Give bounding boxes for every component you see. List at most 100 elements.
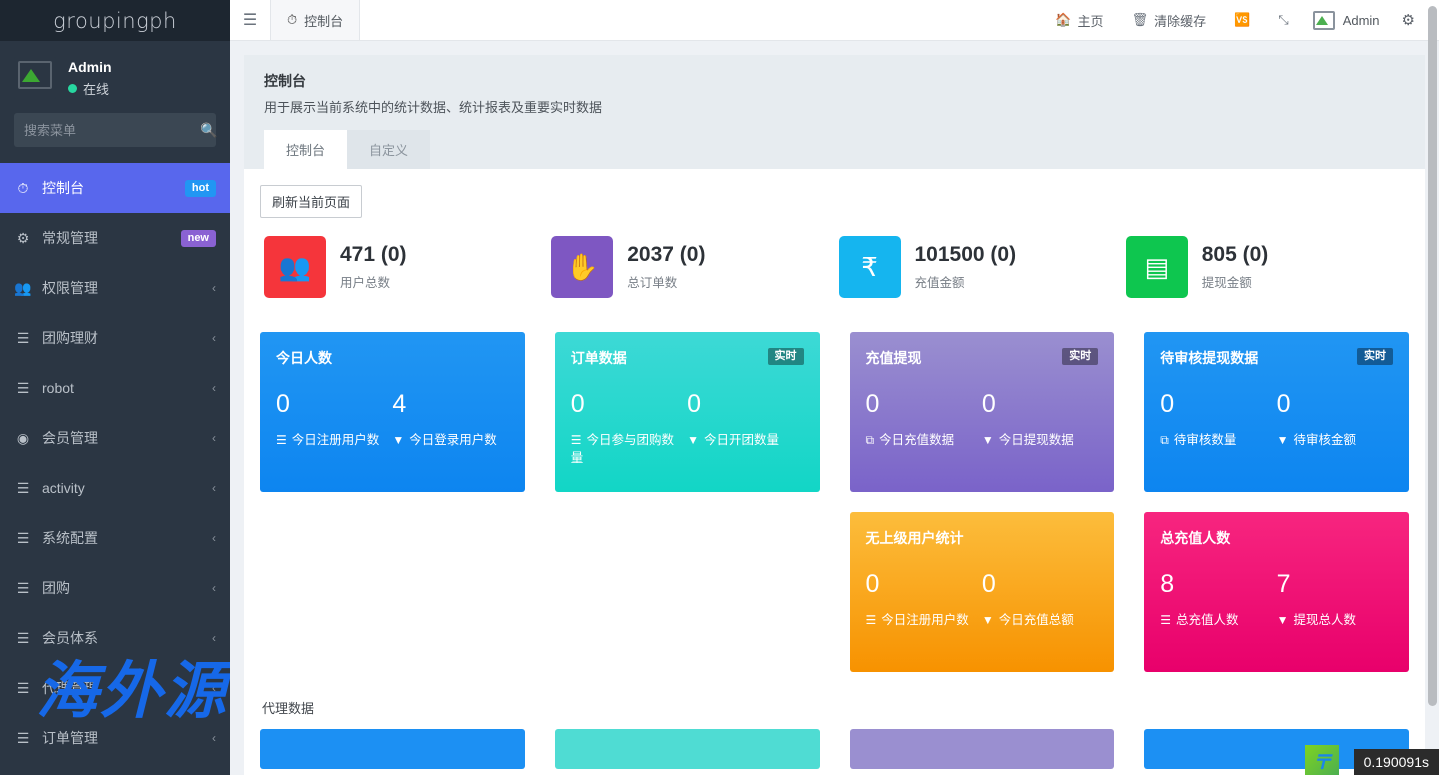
agent-section-label: 代理数据: [262, 698, 1409, 717]
sidebar-item-3[interactable]: ☰团购理财‹: [0, 313, 230, 363]
tile-column-3: 充值提现实时0⧉今日充值数据0▼今日提现数据无上级用户统计0☰今日注册用户数0▼…: [850, 332, 1115, 672]
sidebar-item-label: 权限管理: [42, 278, 202, 298]
brand-logo[interactable]: groupingph: [0, 0, 230, 41]
database-icon: ☰: [571, 433, 582, 447]
content-scroll-area: 控制台 用于展示当前系统中的统计数据、统计报表及重要实时数据 控制台自定义 刷新…: [230, 41, 1439, 775]
filter-icon: ▼: [1277, 433, 1289, 447]
stat-value: 805 (0): [1202, 243, 1269, 266]
stat-value: 2037 (0): [627, 243, 705, 266]
sidebar-item-1[interactable]: ⚙常规管理new: [0, 213, 230, 263]
copy-icon: ⧉: [866, 433, 875, 447]
page-tab-1[interactable]: 自定义: [347, 130, 430, 169]
user-name: Admin: [1343, 13, 1380, 28]
filter-icon: ▼: [1277, 613, 1289, 627]
sidebar-item-0[interactable]: ⏱控制台hot: [0, 163, 230, 213]
clear-cache-button[interactable]: 🗑 清除缓存: [1118, 0, 1221, 41]
refresh-page-button[interactable]: 刷新当前页面: [260, 185, 362, 218]
stat-card-3: ▤ 805 (0) 提现金额: [1122, 236, 1409, 298]
user-profile[interactable]: Admin 在线: [0, 41, 230, 113]
hamburger-icon[interactable]: ☰: [230, 0, 270, 40]
home-label: 主页: [1078, 11, 1104, 30]
search-input[interactable]: [24, 123, 200, 138]
stat-label: 用户总数: [340, 272, 407, 291]
tile-realtime-badge: 实时: [768, 348, 804, 365]
tile-title: 订单数据: [571, 348, 627, 368]
tile-column-4: 待审核提现数据实时0⧉待审核数量0▼待审核金额总充值人数8☰总充值人数7▼提现总…: [1144, 332, 1409, 672]
tile-caption: 今日充值总额: [999, 613, 1074, 627]
tile-stat: 0☰今日参与团购数量: [571, 392, 687, 468]
page-tab-0[interactable]: 控制台: [264, 130, 347, 169]
panel-body: 刷新当前页面 👥471 (0)用户总数✋2037 (0)总订单数₹101500 …: [244, 169, 1425, 769]
filter-icon: ▼: [687, 433, 699, 447]
tile-caption-wrap: ▼待审核金额: [1277, 431, 1385, 449]
user-menu[interactable]: Admin: [1303, 11, 1390, 30]
tile-column-2: 订单数据实时0☰今日参与团购数量0▼今日开团数量: [555, 332, 820, 492]
tile-number: 0: [571, 392, 679, 417]
sidebar-item-10[interactable]: ☰ 代理管理 ‹: [0, 663, 230, 713]
page-title: 控制台: [264, 71, 1405, 91]
tile-realtime-badge: 实时: [1062, 348, 1098, 365]
tile-caption-wrap: ⧉今日充值数据: [866, 431, 974, 449]
agent-tile-2: [850, 729, 1115, 769]
sidebar-item-2[interactable]: 👥权限管理‹: [0, 263, 230, 313]
fullscreen-button[interactable]: ⤡: [1264, 0, 1302, 41]
tab-dashboard[interactable]: ⏱ 控制台: [270, 0, 360, 40]
page-header: 控制台 用于展示当前系统中的统计数据、统计报表及重要实时数据 控制台自定义: [244, 55, 1425, 169]
sidebar-item-6[interactable]: ☰activity‹: [0, 463, 230, 513]
sidebar-item-label: 会员管理: [42, 428, 202, 448]
data-tile-col4-1: 总充值人数8☰总充值人数7▼提现总人数: [1144, 512, 1409, 672]
stat-label: 充值金额: [915, 272, 1017, 291]
tile-stat: 0☰今日注册用户数: [276, 392, 392, 449]
brand-text: groupingph: [53, 9, 177, 33]
language-button[interactable]: 🆚: [1220, 0, 1264, 41]
page-card: 控制台 用于展示当前系统中的统计数据、统计报表及重要实时数据 控制台自定义 刷新…: [244, 55, 1425, 775]
footer-logo-icon: 〒: [1305, 745, 1339, 775]
database-icon: ☰: [866, 613, 877, 627]
data-tile-col2-0: 订单数据实时0☰今日参与团购数量0▼今日开团数量: [555, 332, 820, 492]
sidebar-item-11[interactable]: ☰订单管理‹: [0, 713, 230, 763]
chevron-left-icon: ‹: [212, 681, 216, 695]
stat-card-2: ₹101500 (0)充值金额: [835, 236, 1122, 298]
sidebar-item-label: robot: [42, 380, 202, 396]
settings-button[interactable]: ⚙: [1390, 11, 1427, 29]
tile-title: 充值提现: [866, 348, 922, 368]
tile-number: 7: [1277, 572, 1385, 597]
tile-stat: 0▼今日充值总额: [982, 572, 1098, 629]
database-icon: ☰: [1160, 613, 1171, 627]
dashboard-icon: ⏱: [287, 12, 297, 28]
search-icon[interactable]: 🔍: [200, 123, 217, 137]
sidebar-item-label: 系统配置: [42, 528, 202, 548]
sidebar-item-label: 代理管理: [42, 678, 202, 698]
user-circle-icon: ◉: [14, 430, 32, 447]
tile-title: 总充值人数: [1160, 528, 1230, 548]
tile-stat: 0▼待审核金额: [1277, 392, 1393, 449]
chevron-left-icon: ‹: [212, 631, 216, 645]
sidebar-item-8[interactable]: ☰团购‹: [0, 563, 230, 613]
language-icon: 🆚: [1234, 12, 1250, 28]
database-icon: ☰: [276, 433, 287, 447]
sidebar-item-5[interactable]: ◉ 会员管理 ‹: [0, 413, 230, 463]
chevron-left-icon: ‹: [212, 431, 216, 445]
vertical-scrollbar[interactable]: [1428, 6, 1437, 706]
topbar: ☰ ⏱ 控制台 🏠 主页 🗑 清除缓存 🆚 ⤡: [230, 0, 1439, 41]
tile-number: 0: [866, 572, 974, 597]
tile-caption: 今日注册用户数: [292, 433, 380, 447]
stat-label: 提现金额: [1202, 272, 1269, 291]
tile-stat: 0⧉今日充值数据: [866, 392, 982, 449]
sidebar-item-label: 团购理财: [42, 328, 202, 348]
tile-stat: 4▼今日登录用户数: [392, 392, 508, 449]
credit-card-icon: ▤: [1126, 236, 1188, 298]
trash-icon: 🗑: [1132, 12, 1149, 28]
sidebar-search[interactable]: 🔍: [14, 113, 216, 147]
data-tile-col3-0: 充值提现实时0⧉今日充值数据0▼今日提现数据: [850, 332, 1115, 492]
chevron-left-icon: ‹: [212, 531, 216, 545]
avatar: [14, 57, 56, 99]
list-icon: ☰: [14, 680, 32, 697]
home-button[interactable]: 🏠 主页: [1041, 0, 1117, 41]
sidebar-item-4[interactable]: ☰robot‹: [0, 363, 230, 413]
data-tile-col3-1: 无上级用户统计0☰今日注册用户数0▼今日充值总额: [850, 512, 1115, 672]
sidebar-item-9[interactable]: ☰会员体系‹: [0, 613, 230, 663]
copy-icon: ⧉: [1160, 433, 1169, 447]
topbar-tabstrip: ⏱ 控制台: [270, 0, 360, 40]
sidebar-item-7[interactable]: ☰系统配置‹: [0, 513, 230, 563]
